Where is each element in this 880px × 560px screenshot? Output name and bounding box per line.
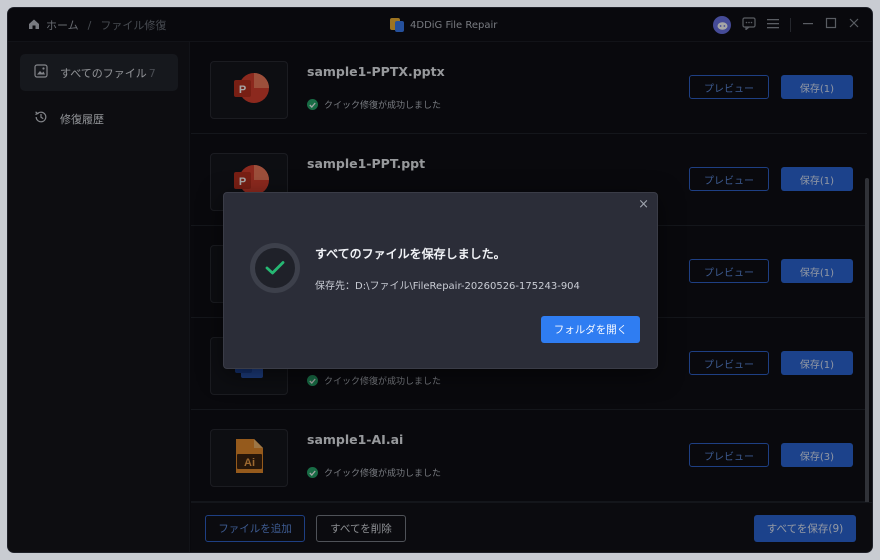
dialog-close-icon[interactable]: × bbox=[638, 197, 649, 212]
dialog-title: すべてのファイルを保存しました。 bbox=[315, 247, 506, 261]
open-folder-button[interactable]: フォルダを開く bbox=[541, 316, 640, 343]
save-location-path: 保存先：D:\ファイル\FileRepair-20260526-175243-9… bbox=[315, 281, 580, 292]
app-window: ホーム / ファイル修復 4DDiG File Repair すべてのファイル … bbox=[8, 8, 872, 552]
save-complete-dialog: × すべてのファイルを保存しました。 保存先：D:\ファイル\FileRepai… bbox=[223, 192, 658, 369]
success-check-icon bbox=[250, 243, 300, 293]
